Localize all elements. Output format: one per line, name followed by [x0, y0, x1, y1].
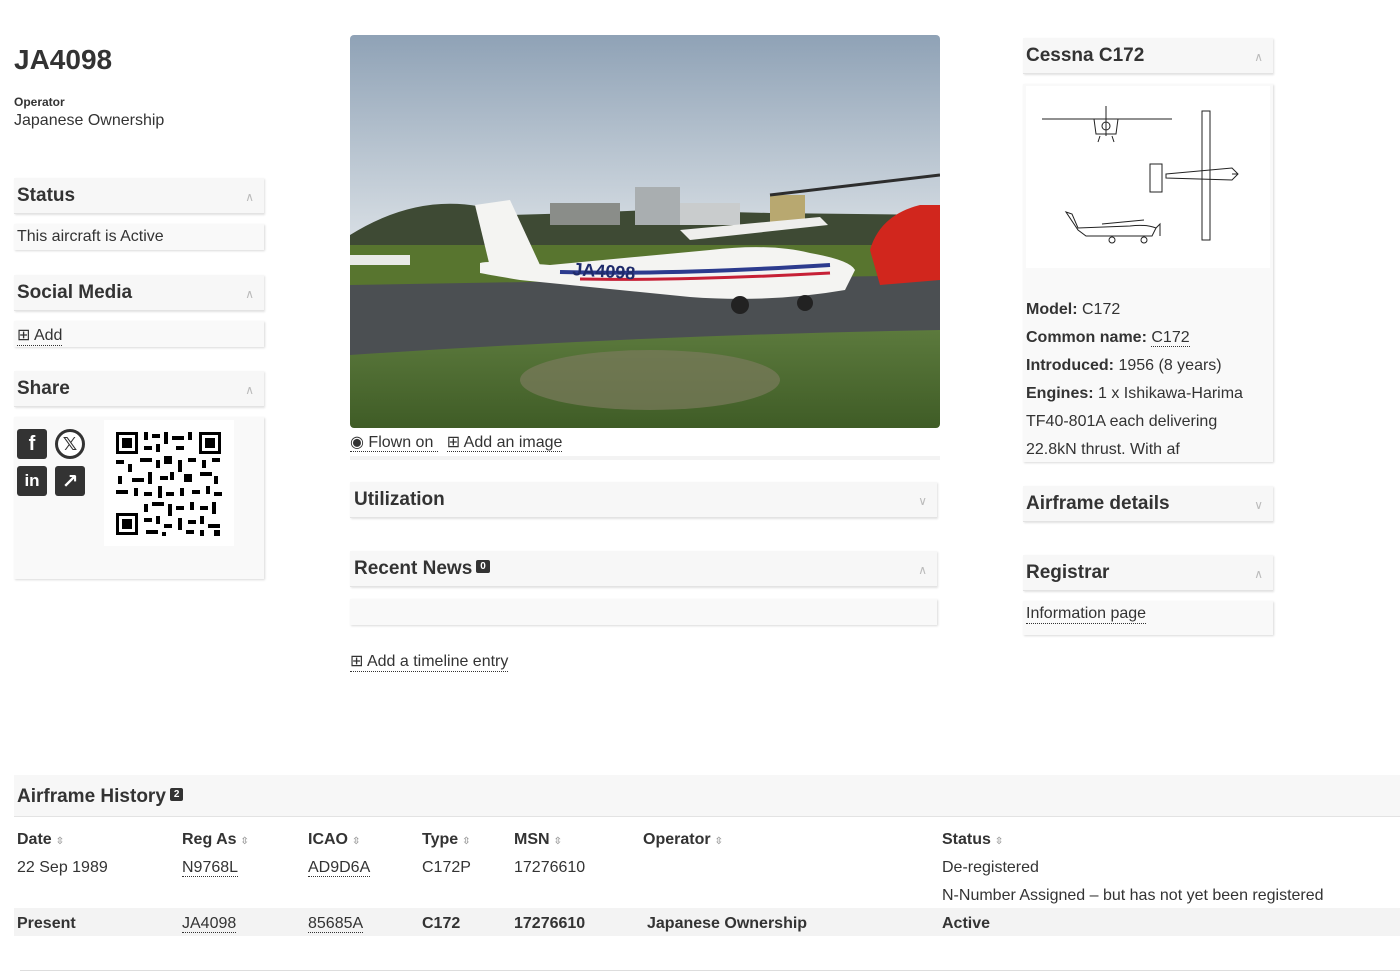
cell-icao-link[interactable]: 85685A — [308, 915, 364, 933]
history-header-row: Date ⇳ Reg As ⇳ ICAO ⇳ Type ⇳ MSN ⇳ Operator ⇳… — [17, 826, 1382, 854]
table-row-note: N-Number Assigned – but has not yet been… — [17, 882, 1382, 910]
cell-status: Active — [942, 915, 991, 932]
add-social-link[interactable]: ⊞ Add — [17, 325, 63, 346]
col-icao[interactable]: ICAO ⇳ — [308, 826, 422, 854]
history-header: Airframe History 2 — [14, 775, 1400, 817]
social-panel-title: Social Media — [17, 282, 133, 303]
history-table: Date ⇳ Reg As ⇳ ICAO ⇳ Type ⇳ MSN ⇳ Operator ⇳… — [17, 826, 1382, 938]
share-link-icon[interactable]: ↗ — [55, 466, 85, 496]
cell-type: C172 — [422, 915, 461, 932]
cell-date: 22 Sep 1989 — [17, 859, 108, 876]
cell-status-note: N-Number Assigned – but has not yet been… — [942, 887, 1324, 904]
operator-value: Japanese Ownership — [14, 112, 165, 129]
social-panel-body: ⊞ Add — [14, 321, 264, 347]
operator-label: Operator — [14, 95, 65, 109]
chevron-down-icon[interactable]: ∨ — [918, 494, 927, 508]
aircraft-photo[interactable]: JA4098 — [350, 35, 940, 428]
divider — [350, 456, 940, 460]
cell-operator: Japanese Ownership — [647, 915, 808, 932]
registrar-title: Registrar — [1026, 562, 1110, 583]
news-panel-body — [350, 599, 937, 625]
news-title: Recent News — [354, 558, 473, 579]
registrar-info-link[interactable]: Information page — [1026, 605, 1147, 624]
type-panel-body: Model: C172 Common name: C172 Introduced… — [1023, 84, 1273, 462]
status-text: This aircraft is Active — [17, 228, 164, 245]
cell-msn: 17276610 — [514, 859, 586, 876]
col-status[interactable]: Status ⇳ — [942, 826, 1382, 854]
chevron-up-icon[interactable]: ∧ — [245, 383, 254, 397]
spec-introduced: Introduced: 1956 (8 years) — [1026, 357, 1222, 374]
spec-engines-line3: 22.8kN thrust. With af — [1026, 441, 1180, 458]
photo-caption: ◉ Flown on ⊞ Add an image — [350, 432, 563, 452]
table-row: 22 Sep 1989 N9768L AD9D6A C172P 17276610… — [17, 854, 1382, 882]
chevron-up-icon[interactable]: ∧ — [245, 287, 254, 301]
cell-icao-link[interactable]: AD9D6A — [308, 859, 371, 877]
spec-engines-line2: TF40-801A each delivering — [1026, 413, 1218, 430]
add-timeline-entry-link[interactable]: ⊞ Add a timeline entry — [350, 651, 509, 672]
common-name-link[interactable]: C172 — [1151, 329, 1190, 347]
share-panel-title: Share — [17, 378, 70, 399]
spec-model: Model: C172 — [1026, 301, 1121, 318]
status-panel-header[interactable]: Status ∧ — [14, 178, 264, 214]
cell-status: De-registered — [942, 859, 1039, 876]
aircraft-3view-diagram — [1026, 86, 1270, 268]
news-count-badge: 0 — [476, 560, 490, 574]
facebook-icon[interactable]: f — [17, 429, 47, 459]
add-image-link[interactable]: ⊞ Add an image — [446, 434, 563, 452]
utilization-panel-header[interactable]: Utilization ∨ — [350, 482, 937, 518]
table-row: Present JA4098 85685A C172 17276610 Japa… — [17, 910, 1382, 938]
col-operator[interactable]: Operator ⇳ — [643, 826, 942, 854]
spec-engines: Engines: 1 x Ishikawa-Harima — [1026, 385, 1243, 402]
social-panel-header[interactable]: Social Media ∧ — [14, 275, 264, 311]
col-type[interactable]: Type ⇳ — [422, 826, 514, 854]
share-panel-header[interactable]: Share ∧ — [14, 371, 264, 407]
aircraft-registration: JA4098 — [14, 44, 113, 75]
cell-reg-link[interactable]: N9768L — [182, 859, 239, 877]
chevron-up-icon[interactable]: ∧ — [1254, 50, 1263, 64]
airframe-details-title: Airframe details — [1026, 493, 1170, 514]
cell-operator — [643, 854, 942, 882]
col-reg-as[interactable]: Reg As ⇳ — [182, 826, 308, 854]
plus-square-icon: ⊞ — [350, 653, 364, 670]
airframe-details-header[interactable]: Airframe details ∨ — [1023, 486, 1273, 522]
chevron-up-icon[interactable]: ∧ — [245, 190, 254, 204]
type-panel-header[interactable]: Cessna C172 ∧ — [1023, 38, 1273, 74]
share-panel-body: f 𝕏 in ↗ — [14, 417, 264, 579]
plus-square-icon: ⊞ — [446, 434, 461, 451]
news-panel-header[interactable]: Recent News 0 ∧ — [350, 551, 937, 587]
chevron-up-icon[interactable]: ∧ — [1254, 567, 1263, 581]
cell-reg-link[interactable]: JA4098 — [182, 915, 237, 933]
linkedin-icon[interactable]: in — [17, 466, 47, 496]
chevron-down-icon[interactable]: ∨ — [1254, 498, 1263, 512]
spec-common-name: Common name: C172 — [1026, 329, 1190, 347]
utilization-title: Utilization — [354, 489, 445, 510]
table-bottom-divider — [20, 970, 1400, 971]
x-twitter-icon[interactable]: 𝕏 — [55, 429, 85, 459]
plus-square-icon: ⊞ — [17, 327, 31, 344]
user-circle-icon: ◉ — [350, 434, 364, 451]
flown-on-link[interactable]: ◉ Flown on — [350, 434, 438, 452]
history-count-badge: 2 — [169, 788, 184, 802]
status-panel-title: Status — [17, 185, 76, 206]
history-title: Airframe History — [17, 786, 166, 807]
type-panel-title: Cessna C172 — [1026, 45, 1145, 66]
status-panel-body: This aircraft is Active — [14, 224, 264, 250]
col-date[interactable]: Date ⇳ — [17, 826, 182, 854]
cell-msn: 17276610 — [514, 915, 586, 932]
qr-code — [104, 420, 234, 546]
registrar-body: Information page — [1023, 601, 1273, 635]
chevron-up-icon[interactable]: ∧ — [918, 563, 927, 577]
cell-date: Present — [17, 915, 76, 932]
col-msn[interactable]: MSN ⇳ — [514, 826, 643, 854]
registrar-header[interactable]: Registrar ∧ — [1023, 555, 1273, 591]
cell-type: C172P — [422, 859, 471, 876]
